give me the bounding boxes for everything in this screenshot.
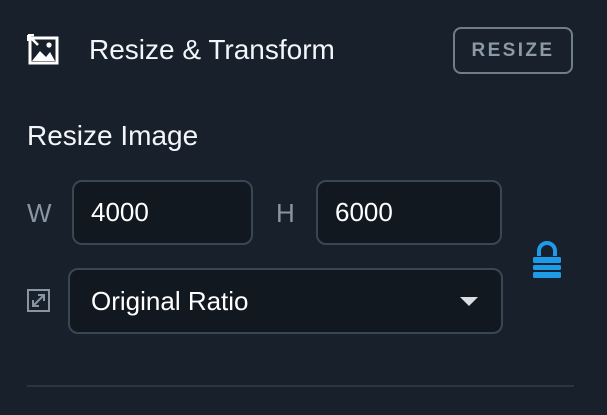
width-input[interactable] xyxy=(72,180,253,245)
chevron-down-icon xyxy=(460,297,478,306)
lock-icon[interactable] xyxy=(530,241,564,279)
height-label: H xyxy=(276,198,295,228)
section-title-resize-image: Resize Image xyxy=(27,120,199,151)
panel-title: Resize & Transform xyxy=(89,34,335,65)
aspect-ratio-select[interactable]: Original Ratio xyxy=(68,268,503,334)
image-resize-icon xyxy=(26,33,59,66)
resize-transform-panel: Resize & Transform RESIZE Resize Image W… xyxy=(0,0,607,415)
section-divider xyxy=(27,385,574,387)
width-label: W xyxy=(27,198,52,228)
expand-icon xyxy=(27,289,50,312)
height-input[interactable] xyxy=(316,180,502,245)
resize-button[interactable]: RESIZE xyxy=(453,27,573,74)
aspect-ratio-selected-value: Original Ratio xyxy=(91,286,249,316)
